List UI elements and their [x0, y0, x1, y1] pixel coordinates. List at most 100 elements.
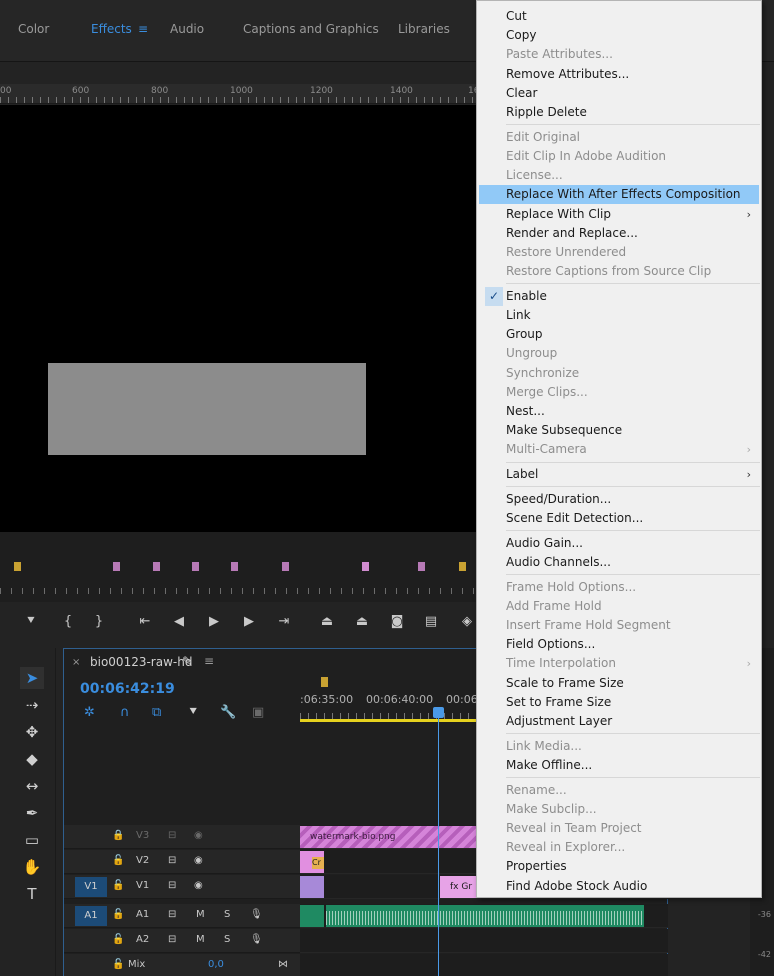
menu-item-audio-channels[interactable]: Audio Channels...	[479, 553, 759, 572]
sequence-tab-name[interactable]: bio00123-raw-hd	[90, 655, 192, 669]
go-to-in-icon[interactable]: ⇤	[134, 614, 156, 629]
menu-item-make-subsequence[interactable]: Make Subsequence	[479, 421, 759, 440]
ripple-edit-tool-icon[interactable]: ✥	[20, 721, 44, 743]
workspace-tab-effects[interactable]: Effects	[91, 22, 132, 36]
play-icon[interactable]: ▶	[203, 614, 225, 629]
marker-icon[interactable]	[362, 562, 369, 571]
close-sequence-icon[interactable]: ×	[72, 657, 80, 668]
menu-item-scale-to-frame-size[interactable]: Scale to Frame Size	[479, 674, 759, 693]
nest-toggle-icon[interactable]: ✲	[84, 705, 95, 720]
marker-icon[interactable]	[231, 562, 238, 571]
type-tool-icon[interactable]: T	[20, 883, 44, 905]
menu-item-ripple-delete[interactable]: Ripple Delete	[479, 103, 759, 122]
track-header-v1[interactable]: V1 🔓 V1 ⊟ ◉	[64, 875, 300, 899]
track-select-tool-icon[interactable]: ⇢	[20, 694, 44, 716]
eye-icon[interactable]: ◉	[194, 880, 203, 891]
menu-item-audio-gain[interactable]: Audio Gain...	[479, 534, 759, 553]
menu-item-replace-with-after-effects-composition[interactable]: Replace With After Effects Composition	[479, 185, 759, 205]
solo-button[interactable]: S	[224, 934, 230, 945]
menu-item-enable[interactable]: ✓ Enable	[479, 286, 759, 306]
pencil-icon[interactable]: ✎	[182, 654, 192, 668]
menu-item-replace-with-clip[interactable]: Replace With Clip ›	[479, 205, 759, 224]
marker-icon[interactable]	[418, 562, 425, 571]
add-marker-icon[interactable]: ⯆	[20, 614, 42, 629]
playhead-handle[interactable]	[433, 707, 444, 718]
menu-item-cut[interactable]: Cut	[479, 7, 759, 26]
menu-item-group[interactable]: Group	[479, 325, 759, 344]
menu-item-set-to-frame-size[interactable]: Set to Frame Size	[479, 693, 759, 712]
wrench-icon[interactable]: 🔧	[220, 705, 236, 720]
mute-button[interactable]: M	[196, 934, 205, 945]
solo-button[interactable]: S	[224, 909, 230, 920]
menu-item-render-and-replace[interactable]: Render and Replace...	[479, 224, 759, 243]
playhead-line[interactable]	[438, 713, 439, 976]
clip-watermark[interactable]: watermark-bio.png	[300, 826, 480, 848]
menu-item-make-offline[interactable]: Make Offline...	[479, 756, 759, 775]
export-frame-icon[interactable]: ◙	[386, 614, 408, 629]
marker-icon[interactable]	[113, 562, 120, 571]
track-header-v2[interactable]: 🔓 V2 ⊟ ◉	[64, 850, 300, 874]
track-header-v3[interactable]: 🔒 V3 ⊟ ◉	[64, 825, 300, 849]
track-header-mix[interactable]: 🔓 Mix 0,0 ⋈	[64, 954, 300, 976]
eye-icon[interactable]: ◉	[194, 830, 203, 841]
sync-lock-icon[interactable]: ⊟	[168, 909, 176, 920]
menu-item-adjustment-layer[interactable]: Adjustment Layer	[479, 712, 759, 731]
clip-v2[interactable]: Cr	[300, 851, 324, 873]
sync-lock-icon[interactable]: ⊟	[168, 855, 176, 866]
go-to-out-icon[interactable]: ⇥	[273, 614, 295, 629]
source-patch-a1[interactable]: A1	[75, 906, 107, 926]
add-marker-icon[interactable]: ⯆	[188, 705, 198, 720]
menu-item-remove-attributes[interactable]: Remove Attributes...	[479, 65, 759, 84]
workspace-tab-libraries[interactable]: Libraries	[398, 22, 450, 36]
menu-item-speed-duration[interactable]: Speed/Duration...	[479, 490, 759, 509]
lock-icon[interactable]: 🔓	[112, 959, 124, 970]
panel-menu-icon[interactable]: ≡	[204, 654, 214, 668]
safe-margins-icon[interactable]: ◈	[456, 614, 478, 629]
menu-item-field-options[interactable]: Field Options...	[479, 635, 759, 654]
lock-icon[interactable]: 🔓	[112, 880, 124, 891]
track-header-a1[interactable]: A1 🔓 A1 ⊟ M S 🎙	[64, 904, 300, 928]
extract-icon[interactable]: ⏏	[351, 614, 373, 629]
eye-icon[interactable]: ◉	[194, 855, 203, 866]
sync-lock-icon[interactable]: ⊟	[168, 934, 176, 945]
graphic-placeholder[interactable]	[48, 363, 366, 455]
pen-tool-icon[interactable]: ✒	[20, 802, 44, 824]
snap-icon[interactable]: ∩	[120, 705, 130, 720]
microphone-icon[interactable]: 🎙	[250, 909, 263, 920]
track-area-a2[interactable]	[300, 929, 668, 953]
workspace-menu-icon[interactable]: ≡	[138, 22, 148, 36]
hand-tool-icon[interactable]: ✋	[20, 856, 44, 878]
mark-in-icon[interactable]: {	[57, 614, 79, 629]
lock-icon[interactable]: 🔓	[112, 934, 124, 945]
playhead-timecode[interactable]: 00:06:42:19	[80, 681, 175, 697]
source-patch-v1[interactable]: V1	[75, 877, 107, 897]
lock-icon[interactable]: 🔓	[112, 855, 124, 866]
clip-v1-a[interactable]	[300, 876, 324, 898]
clip-a1[interactable]	[326, 905, 644, 927]
mix-arrows-icon[interactable]: ⋈	[278, 959, 288, 970]
captions-icon[interactable]: ▣	[252, 705, 264, 720]
mark-out-icon[interactable]: }	[88, 614, 110, 629]
sync-lock-icon[interactable]: ⊟	[168, 830, 176, 841]
marker-icon[interactable]	[459, 562, 466, 571]
track-area-a1[interactable]	[300, 904, 668, 928]
menu-item-label[interactable]: Label ›	[479, 465, 759, 484]
lock-icon[interactable]: 🔓	[112, 909, 124, 920]
track-header-a2[interactable]: 🔓 A2 ⊟ M S 🎙	[64, 929, 300, 953]
menu-item-link[interactable]: Link	[479, 306, 759, 325]
rectangle-tool-icon[interactable]: ▭	[20, 829, 44, 851]
menu-item-copy[interactable]: Copy	[479, 26, 759, 45]
marker-icon[interactable]	[192, 562, 199, 571]
razor-tool-icon[interactable]: ◆	[20, 748, 44, 770]
menu-item-clear[interactable]: Clear	[479, 84, 759, 103]
workspace-tab-audio[interactable]: Audio	[170, 22, 204, 36]
step-back-icon[interactable]: ◀	[168, 614, 190, 629]
program-monitor-video[interactable]	[0, 105, 480, 532]
menu-item-properties[interactable]: Properties	[479, 857, 759, 876]
mix-value[interactable]: 0,0	[208, 959, 224, 970]
timeline-marker-icon[interactable]	[321, 677, 328, 687]
workspace-tab-color[interactable]: Color	[18, 22, 49, 36]
menu-item-nest[interactable]: Nest...	[479, 402, 759, 421]
menu-item-find-adobe-stock-audio[interactable]: Find Adobe Stock Audio	[479, 877, 759, 896]
marker-icon[interactable]	[153, 562, 160, 571]
